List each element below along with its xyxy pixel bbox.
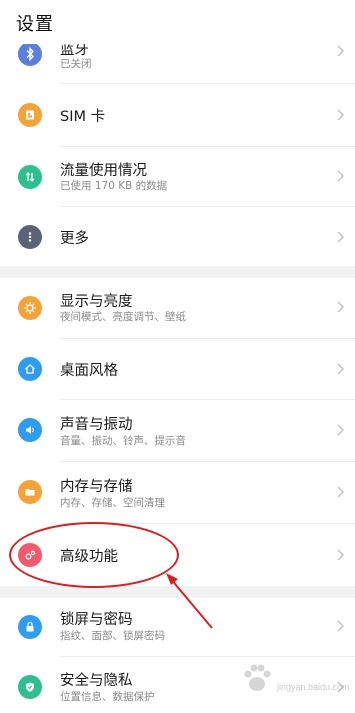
sim-card-icon <box>18 103 42 127</box>
shield-icon <box>18 675 42 699</box>
page-title: 设置 <box>16 14 54 35</box>
settings-item-title: SIM 卡 <box>60 109 106 125</box>
bluetooth-icon <box>18 42 42 66</box>
settings-item-title: 桌面风格 <box>60 363 118 379</box>
settings-item-data-usage[interactable]: 流量使用情况 已使用 170 KB 的数据 <box>0 147 355 209</box>
settings-item-subtitle: 音量、振动、铃声、提示音 <box>60 435 186 447</box>
chevron-right-icon <box>337 301 345 313</box>
chevron-right-icon <box>337 620 345 632</box>
app-header: 设置 <box>0 0 355 44</box>
chevron-right-icon <box>337 231 345 243</box>
settings-item-more[interactable]: 更多 <box>0 207 355 269</box>
settings-item-title: 安全与隐私 <box>60 673 133 689</box>
chevron-right-icon <box>337 424 345 436</box>
annotation-arrow-icon <box>166 573 213 629</box>
chevron-right-icon <box>337 549 345 561</box>
settings-item-title: 锁屏与密码 <box>60 612 133 628</box>
settings-item-subtitle: 内存、存储、空间清理 <box>60 497 165 509</box>
lock-icon <box>18 615 42 639</box>
chevron-right-icon <box>337 363 345 375</box>
settings-item-subtitle: 指纹、面部、锁屏密码 <box>60 630 165 642</box>
paw-logo-icon <box>244 664 271 691</box>
settings-item-display[interactable]: 显示与亮度 夜间模式、亮度调节、壁纸 <box>0 278 355 340</box>
settings-item-subtitle: 已使用 170 KB 的数据 <box>60 180 168 192</box>
settings-item-storage[interactable]: 内存与存储 内存、存储、空间清理 <box>0 462 355 524</box>
more-icon <box>18 225 42 249</box>
settings-item-title: 流量使用情况 <box>60 163 147 179</box>
section-divider <box>0 266 355 278</box>
folder-icon <box>18 480 42 504</box>
settings-item-title: 显示与亮度 <box>60 294 133 310</box>
chevron-right-icon <box>337 45 345 57</box>
data-usage-icon <box>18 165 42 189</box>
home-icon <box>18 357 42 381</box>
watermark-text: jingyan.baidu.com <box>277 682 350 692</box>
volume-icon <box>18 418 42 442</box>
settings-item-subtitle: 位置信息、数据保护 <box>60 691 155 703</box>
settings-item-title: 内存与存储 <box>60 479 133 495</box>
settings-item-desktop-style[interactable]: 桌面风格 <box>0 339 355 401</box>
chevron-right-icon <box>337 170 345 182</box>
chevron-right-icon <box>337 486 345 498</box>
brightness-icon <box>18 296 42 320</box>
settings-item-subtitle: 已关闭 <box>60 58 92 70</box>
settings-item-sim[interactable]: SIM 卡 <box>0 84 355 146</box>
highlight-ellipse <box>9 522 179 588</box>
settings-item-subtitle: 夜间模式、亮度调节、壁纸 <box>60 311 186 323</box>
settings-item-title: 声音与振动 <box>60 417 133 433</box>
settings-item-sound[interactable]: 声音与振动 音量、振动、铃声、提示音 <box>0 400 355 462</box>
watermark: jingyan.baidu.com <box>239 660 350 708</box>
chevron-right-icon <box>337 109 345 121</box>
settings-item-title: 更多 <box>60 231 89 247</box>
